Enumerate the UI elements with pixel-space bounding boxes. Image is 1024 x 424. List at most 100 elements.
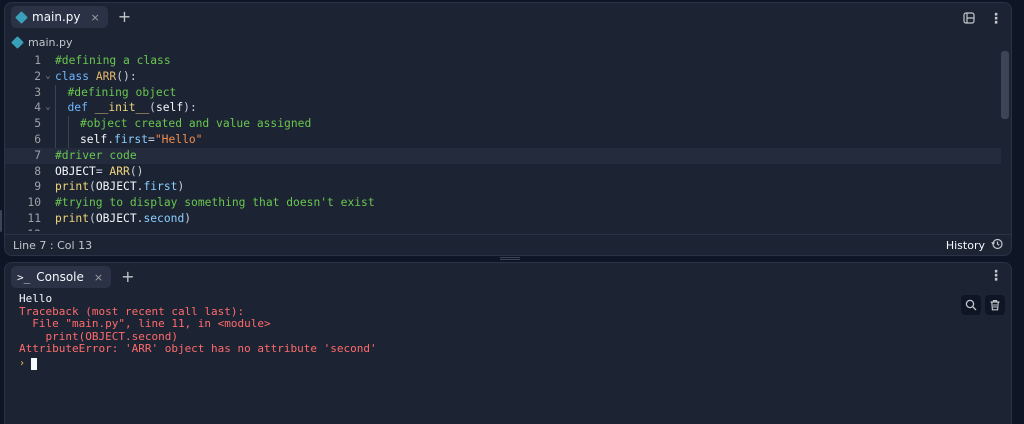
breadcrumb-file[interactable]: main.py bbox=[28, 36, 72, 49]
search-icon[interactable] bbox=[961, 295, 981, 315]
chevron-right-icon: › bbox=[19, 357, 26, 369]
editor-tab-actions: ⋮ bbox=[963, 9, 1003, 28]
python-file-icon bbox=[11, 35, 24, 49]
tab-console[interactable]: >_ Console × bbox=[11, 266, 112, 288]
code-line[interactable]: 1 #defining a class bbox=[5, 53, 1001, 69]
code-text: def __init__(self): bbox=[55, 100, 197, 117]
code-line[interactable]: 4 ⌄ def __init__(self): bbox=[5, 100, 1001, 117]
code-line[interactable]: 12 bbox=[5, 227, 1001, 231]
line-number: 9 bbox=[34, 180, 41, 194]
code-line[interactable]: 3 #defining object bbox=[5, 84, 1001, 101]
code-token: ARR bbox=[109, 164, 130, 178]
code-token: __init__ bbox=[94, 101, 150, 115]
console-pane: >_ Console × + ⋮ Hello Traceback (most re… bbox=[4, 262, 1012, 424]
code-token: #object created and value assigned bbox=[80, 117, 312, 131]
terminal-icon: >_ bbox=[17, 270, 31, 284]
code-line[interactable]: 5 #object created and value assigned bbox=[5, 116, 1001, 132]
console-error-line: AttributeError: 'ARR' object has no attr… bbox=[19, 342, 377, 355]
code-token: print bbox=[55, 180, 90, 194]
line-number: 1 bbox=[34, 54, 41, 67]
close-tab-icon[interactable]: × bbox=[91, 11, 100, 24]
breadcrumb: main.py bbox=[5, 33, 72, 51]
code-text: self.first="Hello" bbox=[55, 131, 203, 148]
console-tabbar: >_ Console × + ⋮ bbox=[5, 263, 1011, 291]
code-line[interactable]: 9 print(OBJECT.first) bbox=[5, 179, 1001, 195]
code-token: OBJECT bbox=[95, 211, 137, 225]
more-icon[interactable]: ⋮ bbox=[989, 12, 1003, 26]
code-text: #defining object bbox=[55, 84, 176, 101]
code-text: print(OBJECT.first) bbox=[55, 179, 184, 195]
console-output[interactable]: Hello Traceback (most recent call last): … bbox=[19, 292, 377, 371]
line-number: 6 bbox=[34, 132, 41, 146]
editor-pane: main.py × + ⋮ main.py 1 #defining a class… bbox=[4, 2, 1012, 256]
code-line[interactable]: 10 #trying to display something that does… bbox=[5, 195, 1001, 211]
code-token: first bbox=[114, 132, 149, 146]
fold-chevron-icon[interactable]: ⌄ bbox=[41, 69, 55, 85]
indent-guide bbox=[55, 84, 68, 101]
add-tab-button[interactable]: + bbox=[118, 9, 131, 25]
code-text: #trying to display something that doesn'… bbox=[55, 195, 375, 211]
history-label: History bbox=[945, 239, 985, 252]
code-editor[interactable]: 1 #defining a class 2 ⌄ class ARR(): 3 #defini… bbox=[5, 53, 1001, 231]
editor-scrollbar[interactable] bbox=[1001, 51, 1009, 119]
code-line[interactable]: 2 ⌄ class ARR(): bbox=[5, 69, 1001, 85]
code-token: "Hello" bbox=[154, 132, 203, 146]
code-token: () bbox=[129, 164, 144, 178]
code-text: #object created and value assigned bbox=[55, 116, 311, 132]
code-token: self bbox=[80, 132, 108, 146]
line-number: 12 bbox=[5, 227, 41, 231]
tab-main-py[interactable]: main.py × bbox=[11, 6, 108, 28]
line-number: 2 bbox=[34, 69, 41, 83]
code-token: def bbox=[67, 101, 95, 115]
code-token: ): bbox=[183, 101, 197, 115]
code-line[interactable]: 6 self.first="Hello" bbox=[5, 131, 1001, 148]
code-token: print bbox=[55, 211, 90, 225]
code-token: OBJECT bbox=[55, 164, 96, 178]
text-cursor bbox=[31, 357, 38, 370]
close-tab-icon[interactable]: × bbox=[94, 271, 103, 284]
console-tools bbox=[961, 295, 1005, 315]
code-line[interactable]: 11 print(OBJECT.second) bbox=[5, 211, 1001, 227]
trash-icon[interactable] bbox=[985, 295, 1005, 315]
code-token: #trying to display something that doesn'… bbox=[55, 196, 375, 210]
code-token: self bbox=[155, 101, 184, 115]
code-token: first bbox=[143, 180, 178, 194]
code-token: (): bbox=[116, 69, 137, 83]
code-line[interactable]: 8 OBJECT= ARR() bbox=[5, 164, 1001, 180]
more-icon[interactable]: ⋮ bbox=[989, 269, 1003, 283]
code-token: ) bbox=[184, 211, 192, 225]
console-prompt[interactable]: › bbox=[19, 358, 377, 371]
indent-guide bbox=[55, 131, 68, 148]
code-token: #defining a class bbox=[55, 54, 171, 67]
code-text: print(OBJECT.second) bbox=[55, 211, 191, 227]
code-line[interactable]: 7 #driver code bbox=[5, 147, 1001, 164]
line-number: 10 bbox=[27, 196, 41, 210]
line-number: 4 bbox=[34, 101, 41, 115]
history-button[interactable]: History bbox=[946, 238, 1003, 253]
console-tab-actions: ⋮ bbox=[989, 269, 1003, 283]
code-token: #driver code bbox=[55, 148, 137, 162]
left-resize-handle[interactable] bbox=[0, 210, 2, 232]
pane-splitter[interactable] bbox=[500, 257, 520, 260]
code-token: ( bbox=[149, 101, 156, 115]
code-text: OBJECT= ARR() bbox=[55, 164, 143, 180]
code-token: = bbox=[148, 132, 155, 146]
editor-statusbar: Line 7 : Col 13 History bbox=[5, 234, 1011, 255]
code-token: ARR bbox=[95, 69, 117, 83]
indent-guide bbox=[55, 100, 68, 117]
cursor-position[interactable]: Line 7 : Col 13 bbox=[13, 239, 92, 252]
line-number: 5 bbox=[34, 117, 41, 131]
indent-guide bbox=[67, 116, 81, 132]
layout-icon[interactable] bbox=[963, 9, 975, 28]
fold-chevron-icon[interactable]: ⌄ bbox=[41, 100, 55, 116]
tab-label: main.py bbox=[32, 10, 81, 24]
add-tab-button[interactable]: + bbox=[121, 269, 134, 285]
